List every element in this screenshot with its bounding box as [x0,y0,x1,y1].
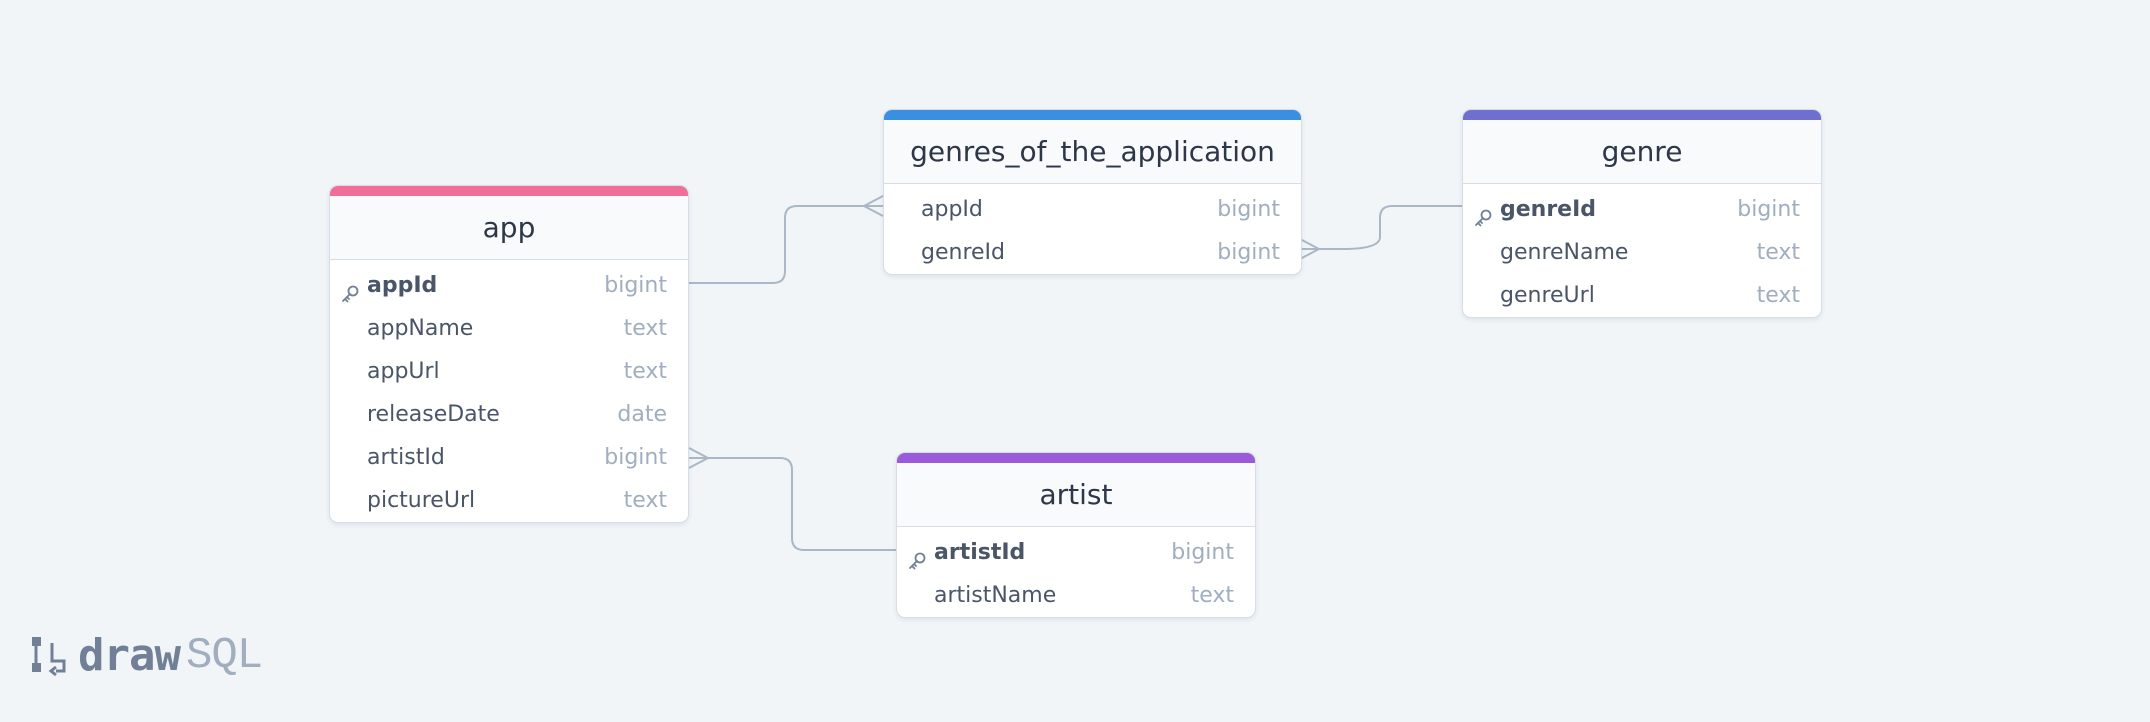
table-genre[interactable]: genre genreId bigint genreName text genreUrl… [1462,109,1822,318]
column-name: genreUrl [1500,283,1595,308]
column-row[interactable]: artistId bigint [330,436,688,479]
connector-app-genres[interactable] [689,205,883,284]
column-row[interactable]: genreId bigint [1463,188,1821,231]
logo-text-sql: SQL [185,630,263,681]
column-name: artistName [934,583,1057,608]
column-type: date [617,402,667,427]
column-name: genreName [1500,240,1629,265]
column-name: appId [367,273,438,298]
table-title: genre [1463,120,1821,184]
column-row[interactable]: genreUrl text [1463,274,1821,317]
table-title: genres_of_the_application [884,120,1301,184]
table-columns: appId bigint appName text appUrl text releaseD… [330,260,688,522]
table-title: artist [897,463,1255,527]
column-row[interactable]: genreName text [1463,231,1821,274]
connector-genre-genres[interactable] [1300,205,1462,250]
column-type: text [1756,240,1800,265]
column-row[interactable]: appId bigint [330,264,688,307]
column-type: text [1190,583,1234,608]
crowfoot-app-artistid [688,447,709,469]
table-columns: artistId bigint artistName text [897,527,1255,617]
column-type: text [623,316,667,341]
column-type: bigint [1217,197,1280,222]
crowfoot-genres-appid [863,195,884,217]
column-name: appName [367,316,474,341]
column-type: bigint [604,445,667,470]
table-color-bar [330,186,688,196]
column-type: bigint [1737,197,1800,222]
table-app[interactable]: app appId bigint appName text appUrl text rele… [329,185,689,523]
table-color-bar [884,110,1301,120]
column-type: text [1756,283,1800,308]
table-color-bar [897,453,1255,463]
column-row[interactable]: genreId bigint [884,231,1301,274]
column-row[interactable]: appId bigint [884,188,1301,231]
column-type: text [623,359,667,384]
column-name: artistId [367,445,445,470]
column-type: bigint [1217,240,1280,265]
table-title: app [330,196,688,260]
table-genres-of-the-application[interactable]: genres_of_the_application appId bigint gen… [883,109,1302,275]
column-type: text [623,488,667,513]
column-row[interactable]: appUrl text [330,350,688,393]
column-row[interactable]: artistName text [897,574,1255,617]
column-row[interactable]: pictureUrl text [330,479,688,522]
column-name: appUrl [367,359,440,384]
column-name: appId [921,197,983,222]
column-name: genreId [1500,197,1597,222]
table-color-bar [1463,110,1821,120]
column-type: bigint [1171,540,1234,565]
column-name: artistId [934,540,1026,565]
primary-key-icon [907,543,927,570]
logo-text-draw: draw [78,630,181,681]
column-type: bigint [604,273,667,298]
primary-key-icon [1473,200,1493,227]
table-columns: appId bigint genreId bigint [884,184,1301,274]
column-row[interactable]: artistId bigint [897,531,1255,574]
column-row[interactable]: releaseDate date [330,393,688,436]
column-name: releaseDate [367,402,500,427]
connector-artist-app[interactable] [689,457,896,551]
table-columns: genreId bigint genreName text genreUrl text [1463,184,1821,317]
column-name: genreId [921,240,1005,265]
primary-key-icon [340,276,360,303]
drawsql-logo[interactable]: draw SQL [30,630,263,681]
column-row[interactable]: appName text [330,307,688,350]
crowfoot-genres-genreid [1299,238,1320,260]
column-name: pictureUrl [367,488,476,513]
drawsql-logo-icon [32,636,66,676]
table-artist[interactable]: artist artistId bigint artistName text [896,452,1256,618]
